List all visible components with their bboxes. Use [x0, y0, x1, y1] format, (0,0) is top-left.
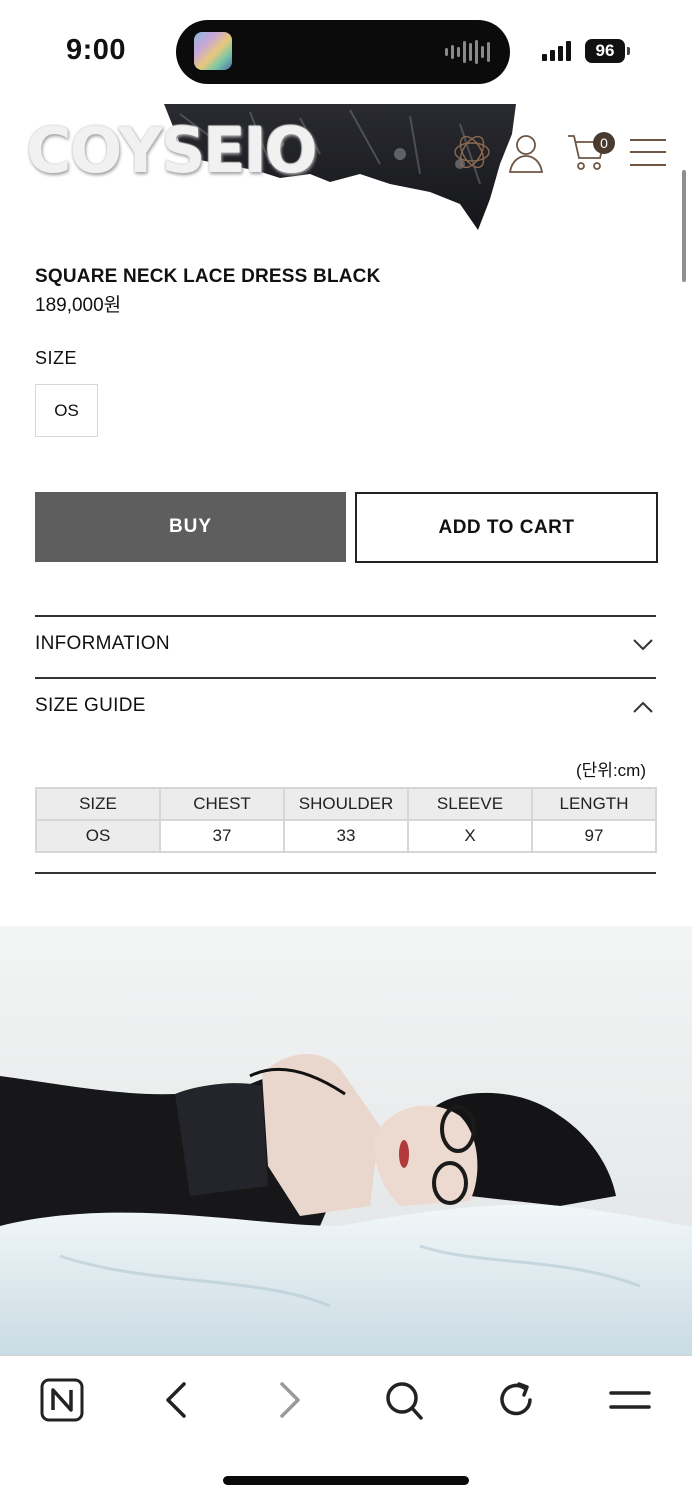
site-header: COYSEIO — [0, 100, 692, 240]
status-bar: 9:00 96 — [0, 0, 692, 100]
accordion-information[interactable]: INFORMATION — [35, 633, 170, 655]
cart-count-badge: 0 — [593, 132, 615, 154]
menu-icon[interactable] — [629, 138, 667, 168]
table-row: OS 37 33 X 97 — [35, 819, 657, 853]
table-cell: X — [407, 819, 533, 853]
table-header-cell: CHEST — [159, 787, 285, 821]
table-cell: 33 — [283, 819, 409, 853]
table-cell: OS — [35, 819, 161, 853]
size-guide-table: SIZE CHEST SHOULDER SLEEVE LENGTH OS 37 … — [35, 787, 657, 853]
buy-button[interactable]: BUY — [35, 492, 346, 562]
refresh-icon[interactable] — [497, 1378, 537, 1422]
audio-wave-icon — [445, 40, 490, 64]
table-cell: 97 — [531, 819, 657, 853]
chevron-down-icon[interactable] — [632, 638, 654, 652]
table-header-cell: LENGTH — [531, 787, 657, 821]
size-option-os[interactable]: OS — [35, 384, 98, 437]
size-guide-unit: (단위:cm) — [576, 761, 646, 780]
table-header-cell: SHOULDER — [283, 787, 409, 821]
add-to-cart-button[interactable]: ADD TO CART — [355, 492, 658, 563]
dynamic-island[interactable] — [176, 20, 510, 84]
divider — [35, 677, 656, 679]
product-price: 189,000원 — [35, 295, 122, 316]
table-cell: 37 — [159, 819, 285, 853]
site-logo[interactable]: COYSEIO — [26, 114, 318, 187]
table-header-cell: SIZE — [35, 787, 161, 821]
divider — [35, 615, 656, 617]
search-icon[interactable] — [384, 1378, 424, 1422]
naver-home-icon[interactable] — [40, 1378, 84, 1422]
menu-icon[interactable] — [609, 1378, 651, 1422]
battery-indicator: 96 — [585, 39, 625, 63]
cellular-signal-icon — [542, 41, 571, 61]
now-playing-artwork — [194, 32, 232, 70]
table-header-row: SIZE CHEST SHOULDER SLEEVE LENGTH — [35, 787, 657, 821]
product-photo — [0, 926, 692, 1356]
status-time: 9:00 — [66, 34, 127, 66]
size-label: SIZE — [35, 348, 78, 368]
forward-icon[interactable] — [276, 1378, 304, 1422]
chevron-up-icon[interactable] — [632, 700, 654, 714]
user-icon[interactable] — [506, 132, 546, 174]
accordion-size-guide[interactable]: SIZE GUIDE — [35, 695, 146, 717]
divider — [35, 872, 656, 874]
back-icon[interactable] — [162, 1378, 190, 1422]
scrollbar[interactable] — [682, 170, 686, 282]
battery-tip — [627, 47, 630, 55]
home-indicator[interactable] — [223, 1476, 469, 1485]
product-title: SQUARE NECK LACE DRESS BLACK — [35, 266, 381, 287]
flower-logo-icon[interactable] — [452, 130, 492, 174]
table-header-cell: SLEEVE — [407, 787, 533, 821]
